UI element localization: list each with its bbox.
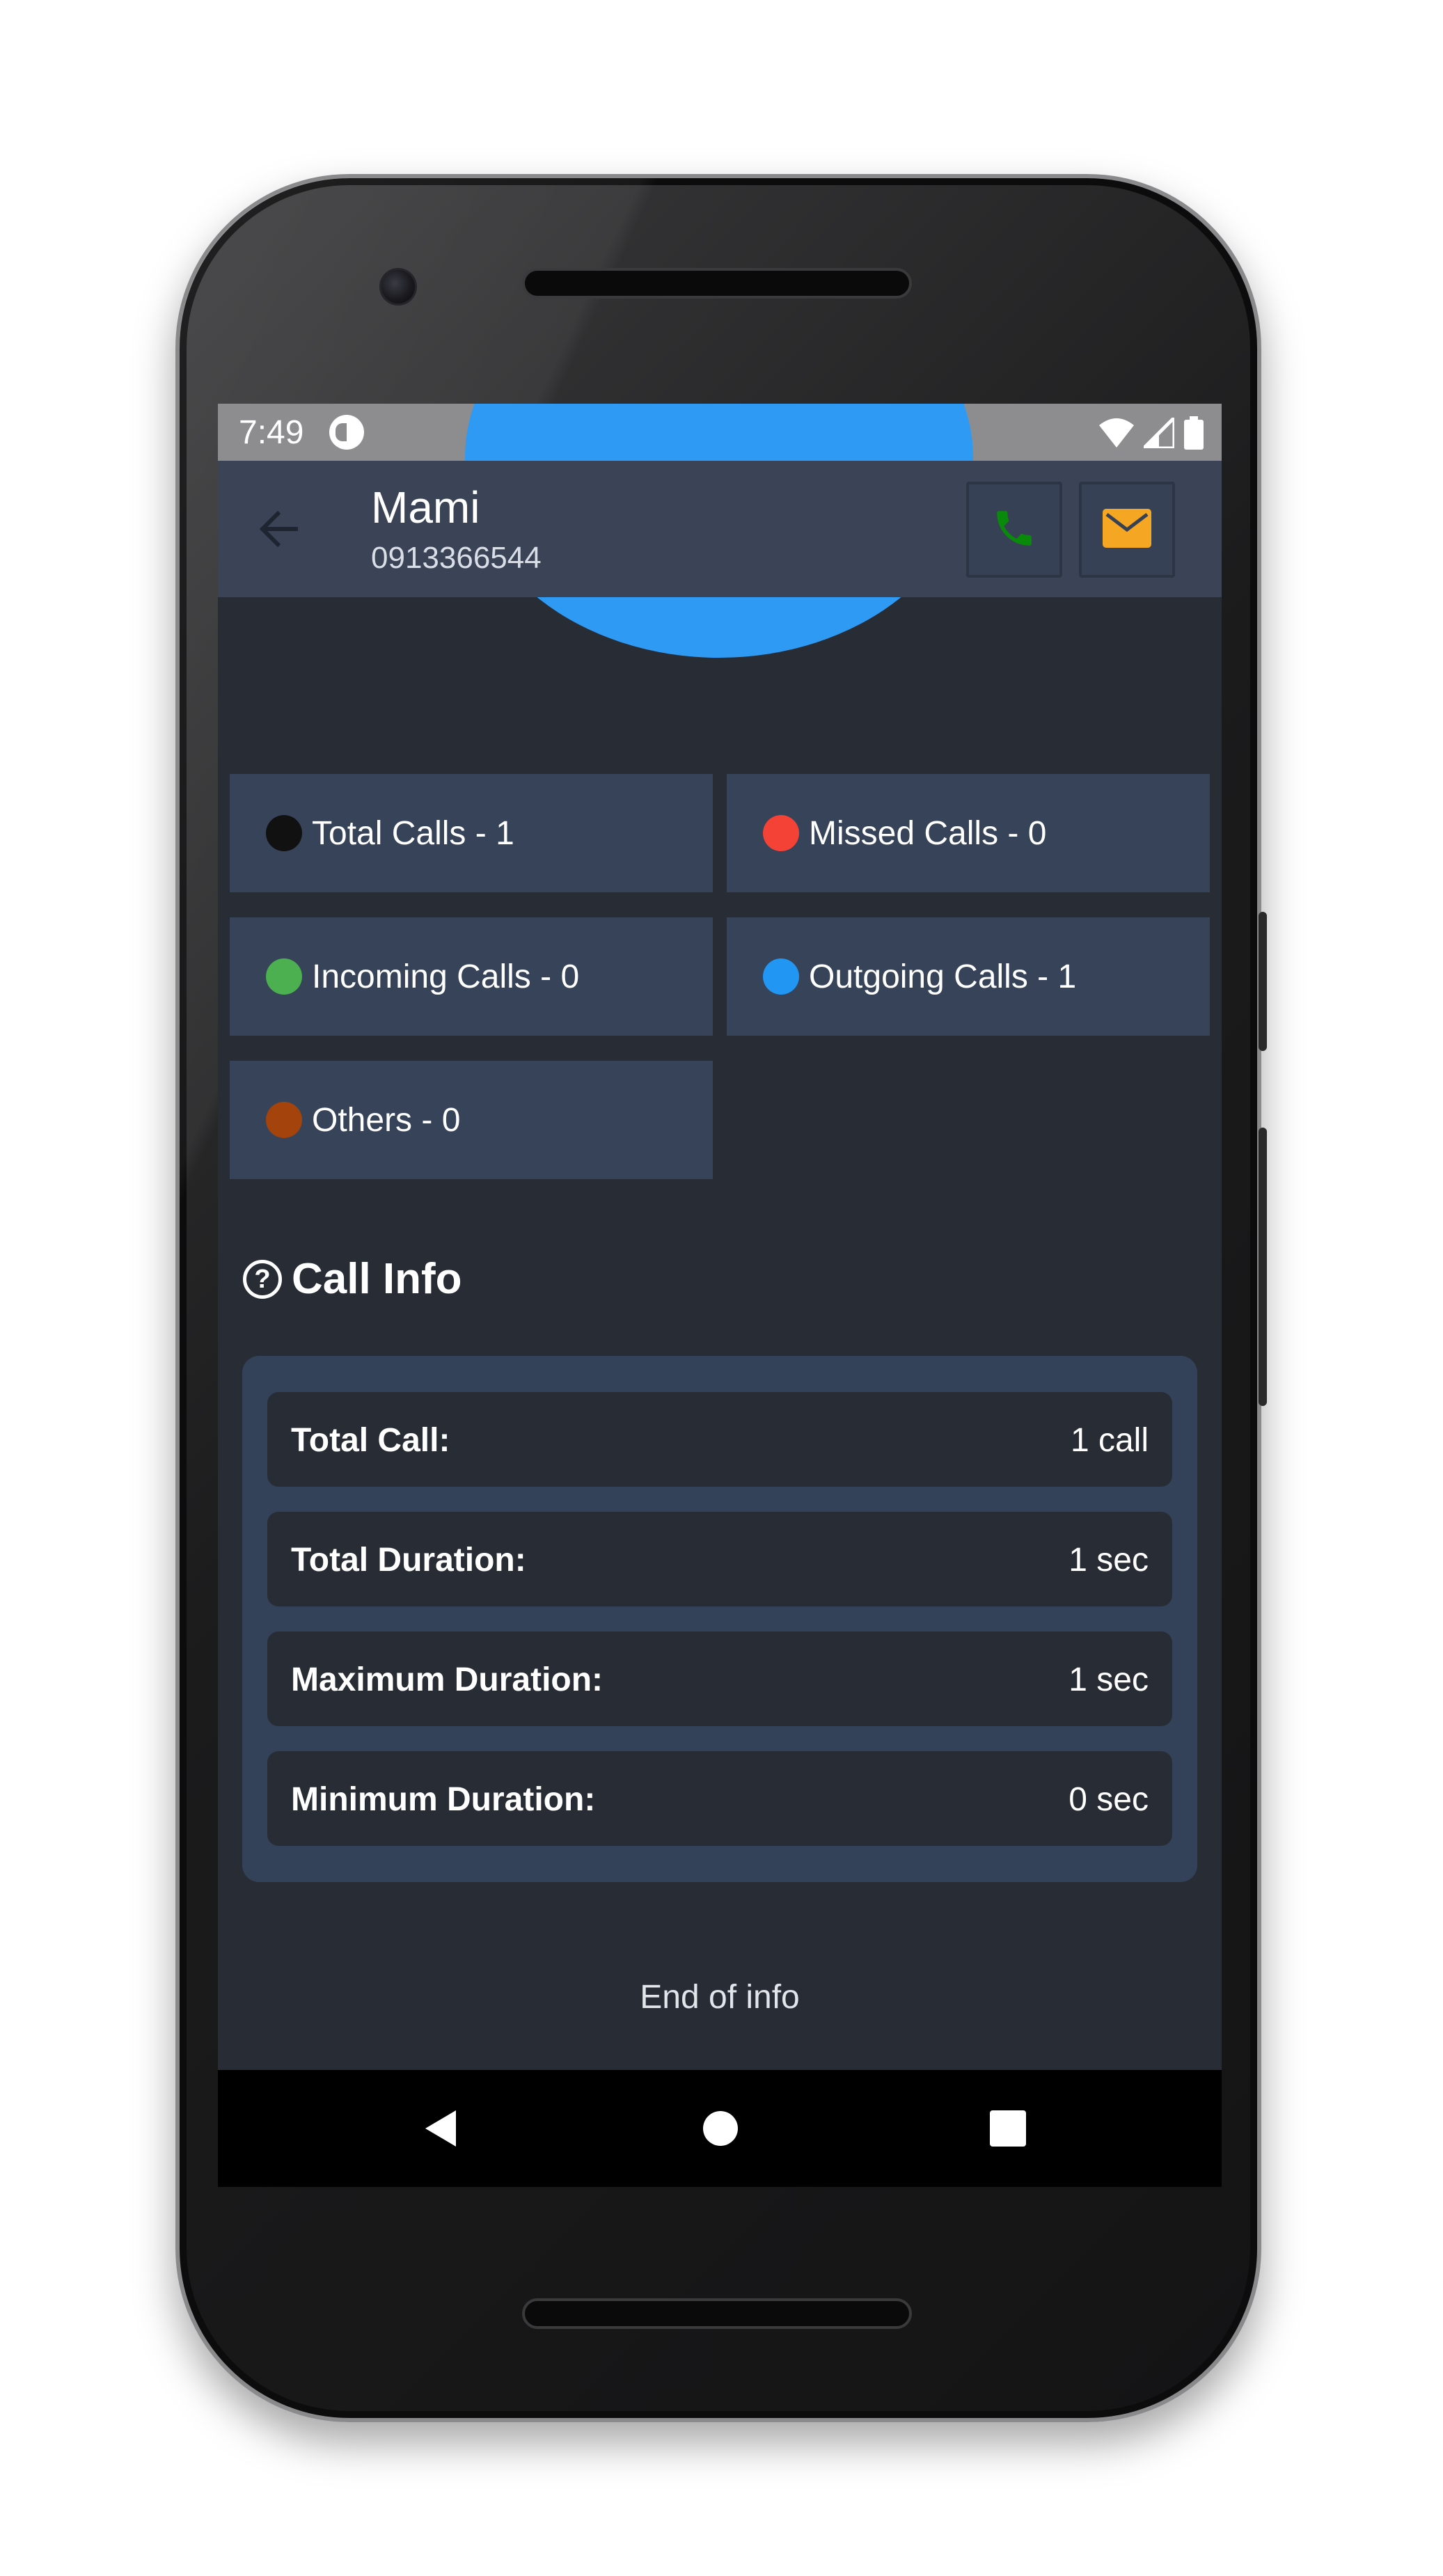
info-label: Total Duration: [291, 1542, 526, 1579]
back-icon[interactable] [420, 2108, 462, 2149]
battery-icon [1184, 416, 1204, 450]
call-button[interactable] [966, 482, 1062, 578]
back-arrow-icon[interactable] [251, 501, 307, 557]
info-row-maximum-duration: Maximum Duration: 1 sec [267, 1631, 1172, 1726]
help-icon: ? [243, 1259, 282, 1299]
status-icons [1099, 416, 1204, 450]
wifi-icon [1099, 417, 1134, 449]
info-label: Total Call: [291, 1422, 450, 1459]
message-button[interactable] [1079, 482, 1175, 578]
info-value: 0 sec [1069, 1781, 1149, 1818]
volume-button [1259, 912, 1267, 1051]
power-button [1259, 1128, 1267, 1406]
legend-dot-outgoing [763, 958, 799, 995]
screen: 7:49 Mami 0913366544 Total Calls - 1 Mis… [218, 404, 1222, 2187]
bottom-speaker [522, 2298, 912, 2329]
navigation-bar [218, 2070, 1222, 2187]
legend-dot-total [266, 815, 302, 851]
stat-others: Others - 0 [230, 1061, 713, 1179]
stat-label: Incoming Calls - 0 [312, 958, 580, 995]
info-label: Minimum Duration: [291, 1781, 596, 1818]
contact-number: 0913366544 [371, 541, 542, 575]
stat-label: Total Calls - 1 [312, 814, 514, 852]
stat-incoming-calls: Incoming Calls - 0 [230, 917, 713, 1036]
home-icon[interactable] [700, 2108, 741, 2149]
status-time: 7:49 [239, 414, 304, 451]
call-info-heading: ? Call Info [243, 1254, 462, 1304]
signal-icon [1144, 418, 1174, 448]
app-bar: Mami 0913366544 [218, 461, 1222, 597]
info-value: 1 sec [1069, 1661, 1149, 1698]
stat-outgoing-calls: Outgoing Calls - 1 [727, 917, 1210, 1036]
call-info-card: Total Call: 1 call Total Duration: 1 sec… [242, 1356, 1197, 1882]
phone-icon [991, 505, 1037, 555]
front-camera [379, 268, 417, 306]
info-value: 1 sec [1069, 1542, 1149, 1579]
info-row-minimum-duration: Minimum Duration: 0 sec [267, 1751, 1172, 1846]
stat-missed-calls: Missed Calls - 0 [727, 774, 1210, 892]
info-label: Maximum Duration: [291, 1661, 604, 1698]
legend-dot-missed [763, 815, 799, 851]
call-info-title: Call Info [292, 1255, 462, 1303]
stat-label: Missed Calls - 0 [809, 814, 1047, 852]
info-value: 1 call [1070, 1422, 1149, 1459]
stat-total-calls: Total Calls - 1 [230, 774, 713, 892]
info-row-total-duration: Total Duration: 1 sec [267, 1512, 1172, 1606]
info-row-total-call: Total Call: 1 call [267, 1392, 1172, 1487]
stat-label: Outgoing Calls - 1 [809, 958, 1077, 995]
mail-icon [1103, 508, 1151, 551]
top-speaker [522, 268, 912, 299]
end-of-info-text: End of info [640, 1979, 800, 2016]
legend-dot-others [266, 1102, 302, 1138]
contact-name: Mami [371, 482, 480, 532]
stat-label: Others - 0 [312, 1101, 461, 1139]
app-notification-icon [329, 415, 364, 450]
legend-dot-incoming [266, 958, 302, 995]
recents-icon[interactable] [987, 2108, 1029, 2149]
